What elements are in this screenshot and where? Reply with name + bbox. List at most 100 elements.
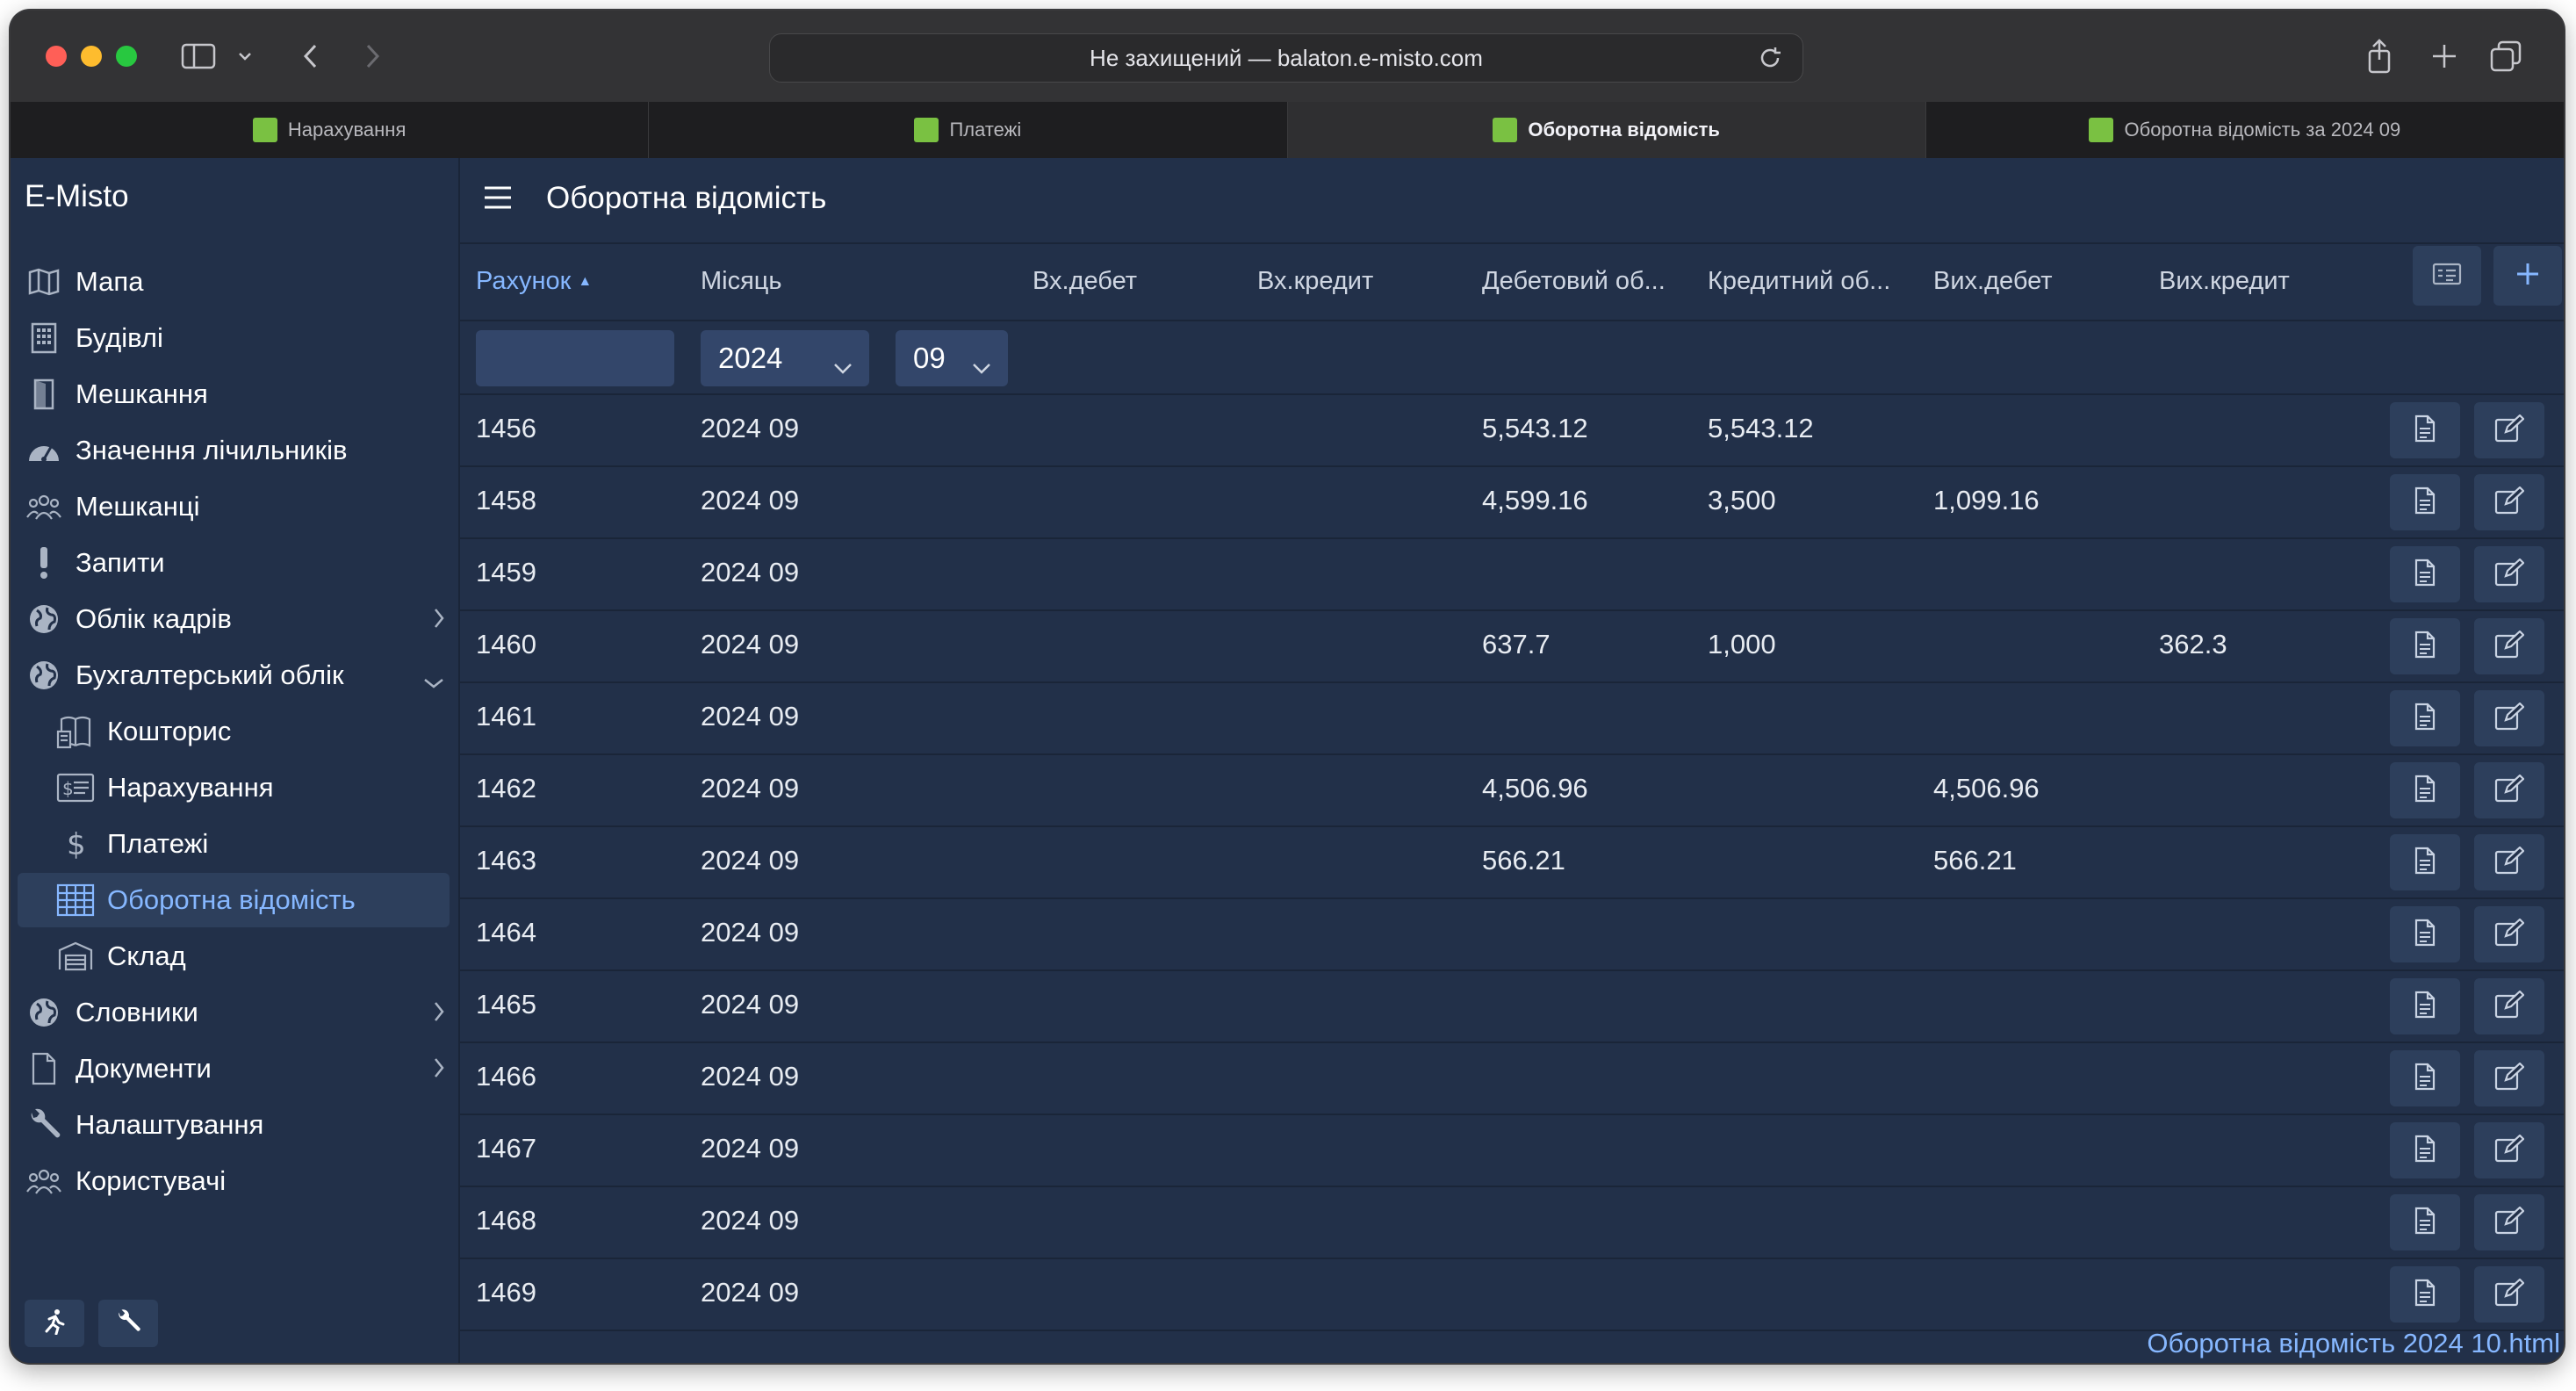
column-header-in-credit[interactable]: Вх.кредит [1257, 267, 1373, 296]
table-row[interactable]: 1468 2024 09 [460, 1187, 2564, 1259]
sidebar-item-budget[interactable]: Кошторис [56, 704, 446, 759]
sidebar-item-label: Мапа [76, 266, 144, 297]
reload-icon[interactable] [1757, 45, 1783, 77]
table-row[interactable]: 1465 2024 09 [460, 971, 2564, 1043]
edit-button[interactable] [2474, 1122, 2544, 1178]
edit-button[interactable] [2474, 618, 2544, 674]
warehouse-icon [56, 937, 95, 976]
account-filter-input[interactable] [476, 330, 674, 386]
tab-accruals[interactable]: Нарахування [11, 102, 650, 158]
back-icon[interactable] [291, 37, 330, 76]
column-header-out-credit[interactable]: Вих.кредит [2159, 267, 2290, 296]
sidebar-item-payments[interactable]: $ Платежі [56, 817, 446, 871]
view-report-button[interactable] [2390, 474, 2460, 530]
edit-button[interactable] [2474, 474, 2544, 530]
view-report-button[interactable] [2390, 834, 2460, 890]
sidebar-item-warehouse[interactable]: Склад [56, 929, 446, 984]
sidebar-item-accruals[interactable]: $ Нарахування [56, 760, 446, 815]
column-header-out-debit[interactable]: Вих.дебет [1933, 267, 2053, 296]
cell-account: 1461 [476, 701, 536, 732]
sidebar-toggle-icon[interactable] [179, 37, 218, 76]
table-row[interactable]: 1463 2024 09 566.21 566.21 [460, 827, 2564, 899]
cell-month: 2024 09 [701, 557, 800, 587]
table-row[interactable]: 1459 2024 09 [460, 539, 2564, 611]
sidebar-item-accounting[interactable]: Бухгалтерський облік [25, 648, 446, 703]
edit-button[interactable] [2474, 546, 2544, 602]
tab-label: Оборотна відомість за 2024 09 [2124, 119, 2401, 141]
address-bar[interactable]: Не захищений — balaton.e-misto.com [769, 33, 1803, 83]
new-tab-icon[interactable] [2425, 37, 2464, 76]
edit-button[interactable] [2474, 834, 2544, 890]
edit-button[interactable] [2474, 402, 2544, 458]
tab-overview-icon[interactable] [2486, 37, 2525, 76]
table-row[interactable]: 1460 2024 09 637.7 1,000 362.3 [460, 611, 2564, 683]
view-report-button[interactable] [2390, 546, 2460, 602]
table-row[interactable]: 1466 2024 09 [460, 1043, 2564, 1115]
sidebar-item-buildings[interactable]: Будівлі [25, 311, 446, 365]
sidebar-item-settings[interactable]: Налаштування [25, 1098, 446, 1152]
tab-payments[interactable]: Платежі [649, 102, 1288, 158]
view-report-button[interactable] [2390, 978, 2460, 1034]
cell-month: 2024 09 [701, 1277, 800, 1308]
sidebar-item-users[interactable]: Користувачі [25, 1154, 446, 1208]
table-row[interactable]: 1469 2024 09 [460, 1259, 2564, 1331]
tools-button[interactable] [98, 1300, 158, 1347]
zoom-window-button[interactable] [116, 46, 137, 67]
sidebar-item-dictionaries[interactable]: Словники [25, 985, 446, 1040]
view-report-button[interactable] [2390, 762, 2460, 818]
menu-icon[interactable] [483, 184, 513, 215]
edit-icon [2494, 1205, 2525, 1239]
table-row[interactable]: 1456 2024 09 5,543.12 5,543.12 [460, 395, 2564, 467]
run-button[interactable] [25, 1300, 84, 1347]
share-icon[interactable] [2360, 37, 2399, 76]
sidebar-item-apartments[interactable]: Мешкання [25, 367, 446, 422]
sidebar-item-label: Бухгалтерський облік [76, 659, 344, 690]
month-filter-select[interactable]: 09 [896, 330, 1008, 386]
sidebar-item-meter-readings[interactable]: Значення лічильників [25, 423, 446, 478]
edit-button[interactable] [2474, 1266, 2544, 1323]
table-row[interactable]: 1461 2024 09 [460, 683, 2564, 755]
view-report-button[interactable] [2390, 690, 2460, 746]
view-report-button[interactable] [2390, 618, 2460, 674]
column-header-account[interactable]: Рахунок ▲ [476, 267, 592, 296]
close-window-button[interactable] [46, 46, 67, 67]
edit-button[interactable] [2474, 978, 2544, 1034]
sidebar-item-documents[interactable]: Документи [25, 1041, 446, 1096]
view-report-button[interactable] [2390, 402, 2460, 458]
sidebar-item-turnover-sheet[interactable]: Оборотна відомість [18, 873, 450, 927]
view-report-button[interactable] [2390, 1194, 2460, 1250]
table-row[interactable]: 1458 2024 09 4,599.16 3,500 1,099.16 [460, 467, 2564, 539]
table-row[interactable]: 1467 2024 09 [460, 1115, 2564, 1187]
table-row[interactable]: 1464 2024 09 [460, 899, 2564, 971]
edit-button[interactable] [2474, 1194, 2544, 1250]
column-header-in-debit[interactable]: Вх.дебет [1033, 267, 1137, 296]
view-report-button[interactable] [2390, 1050, 2460, 1106]
view-report-button[interactable] [2390, 1266, 2460, 1323]
column-header-debit-turnover[interactable]: Дебетовий об... [1482, 267, 1666, 296]
add-button[interactable] [2493, 246, 2562, 306]
sidebar-item-hr[interactable]: Облік кадрів [25, 592, 446, 646]
sidebar-item-residents[interactable]: Мешканці [25, 479, 446, 534]
table-row[interactable]: 1462 2024 09 4,506.96 4,506.96 [460, 755, 2564, 827]
view-report-button[interactable] [2390, 906, 2460, 962]
download-link[interactable]: Оборотна відомість 2024 10.html [2147, 1328, 2560, 1359]
view-report-button[interactable] [2390, 1122, 2460, 1178]
columns-button[interactable] [2413, 246, 2481, 306]
column-header-credit-turnover[interactable]: Кредитний об... [1708, 267, 1890, 296]
tab-turnover-sheet-2024-09[interactable]: Оборотна відомість за 2024 09 [1925, 102, 2564, 158]
column-header-month[interactable]: Місяць [701, 267, 782, 296]
chevron-down-icon[interactable] [232, 37, 258, 76]
year-filter-select[interactable]: 2024 [701, 330, 869, 386]
sidebar-item-map[interactable]: Мапа [25, 255, 446, 309]
minimize-window-button[interactable] [81, 46, 102, 67]
header-divider [460, 320, 2564, 321]
edit-button[interactable] [2474, 906, 2544, 962]
edit-button[interactable] [2474, 1050, 2544, 1106]
sidebar-item-requests[interactable]: Запити [25, 536, 446, 590]
tab-turnover-sheet[interactable]: Оборотна відомість [1287, 102, 1926, 158]
tab-label: Нарахування [287, 119, 407, 141]
edit-icon [2494, 1277, 2525, 1311]
forward-icon[interactable] [353, 37, 392, 76]
edit-button[interactable] [2474, 690, 2544, 746]
edit-button[interactable] [2474, 762, 2544, 818]
